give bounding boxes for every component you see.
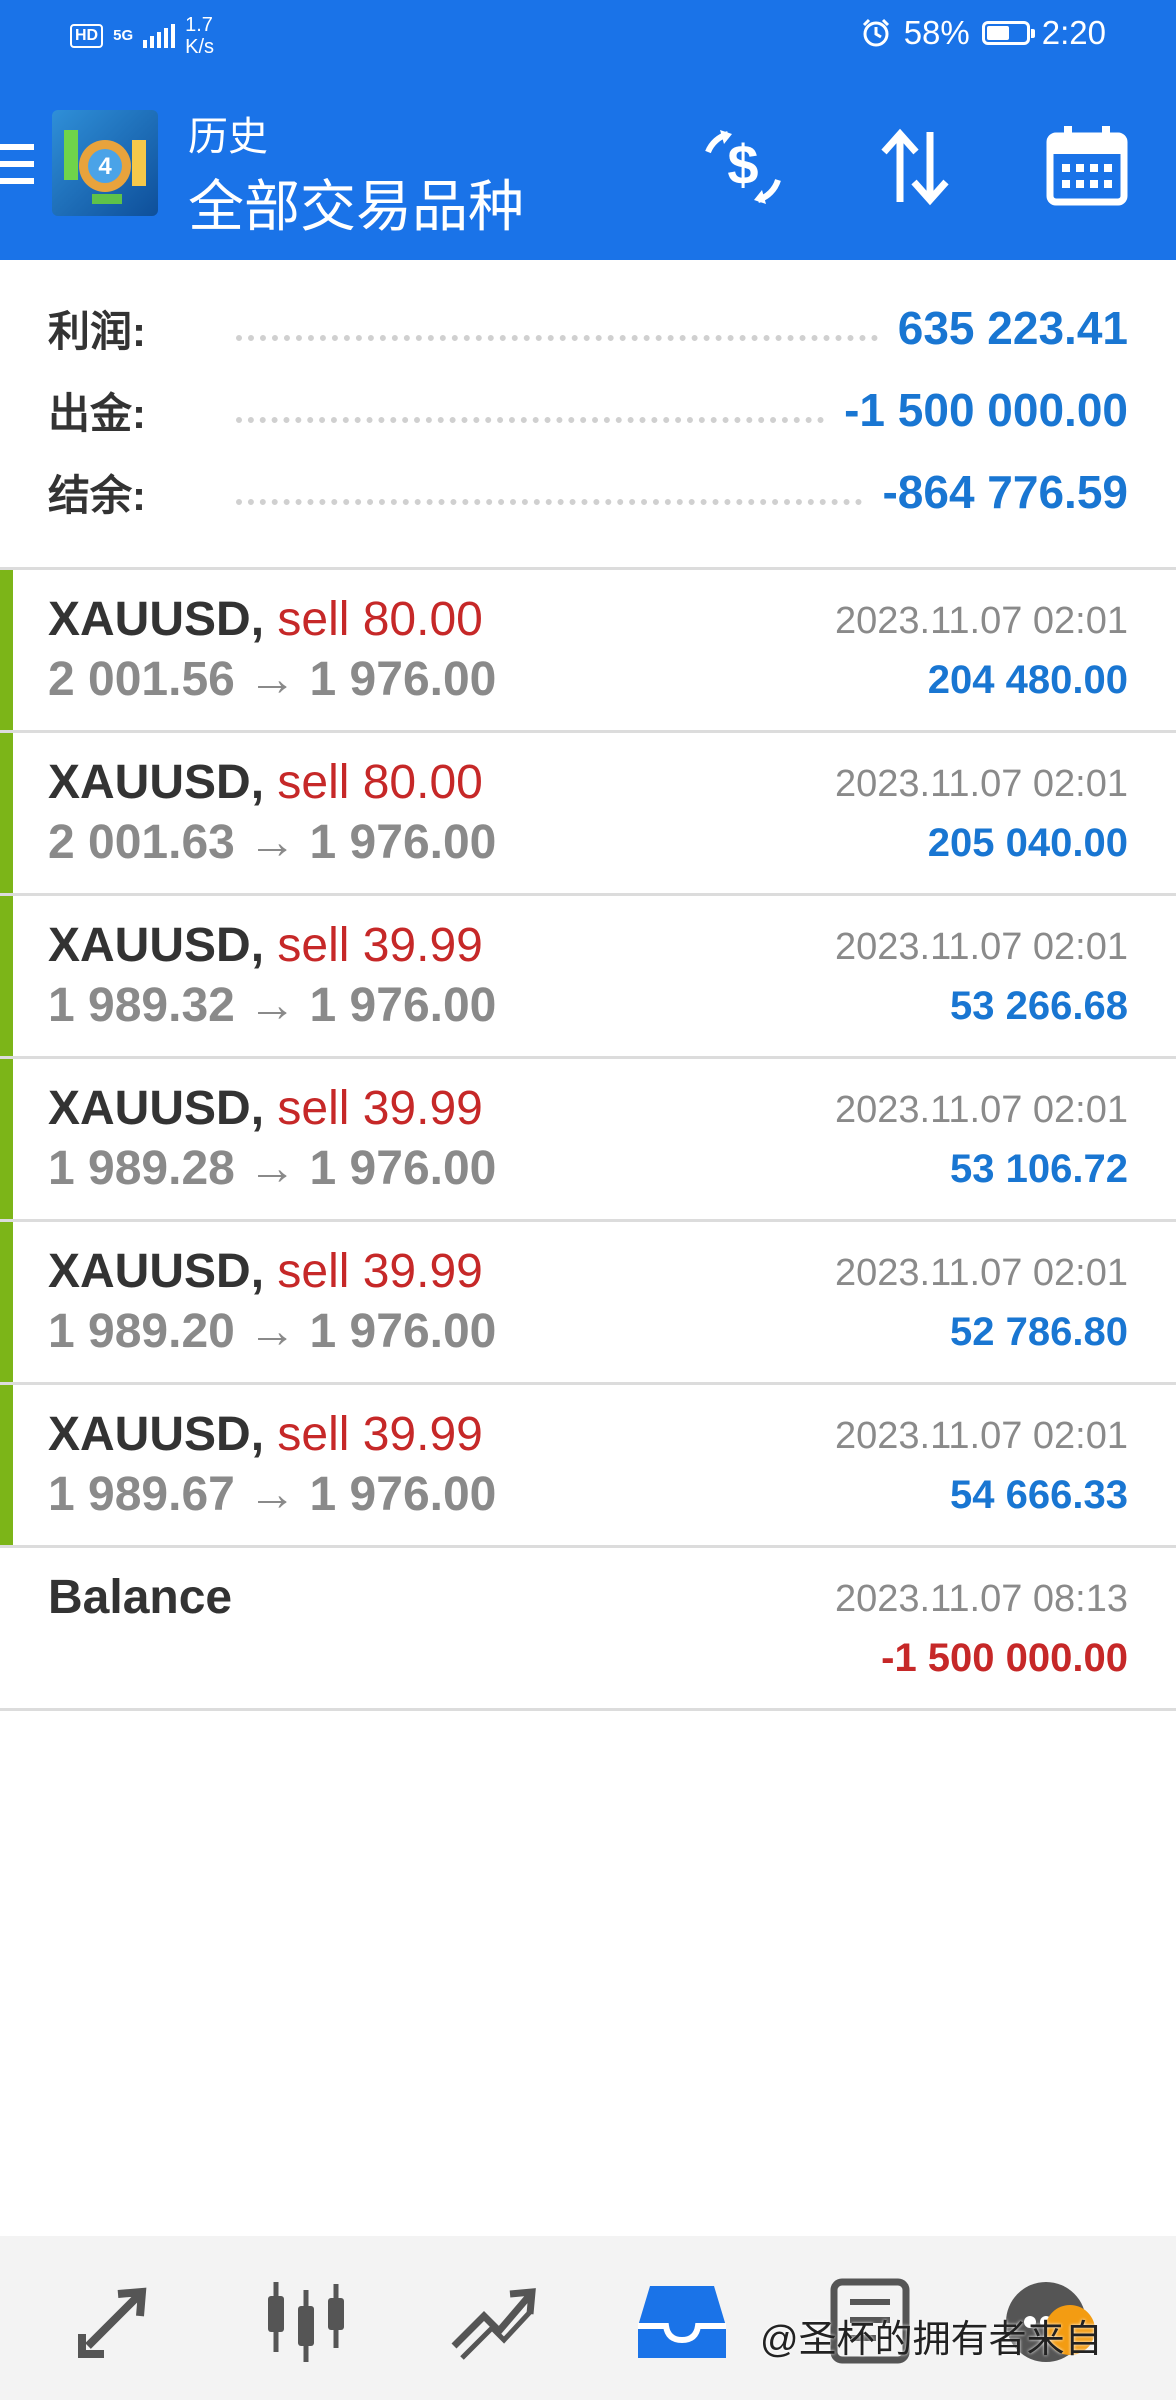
trade-side: sell 39.99 xyxy=(277,1082,483,1135)
history-icon[interactable] xyxy=(632,2276,732,2366)
trade-side-bar xyxy=(0,1059,13,1219)
trade-symbol: XAUUSD, xyxy=(48,1245,265,1298)
hd-badge: HD xyxy=(70,24,104,48)
trade-profit: 53 266.68 xyxy=(950,984,1128,1028)
sort-icon[interactable] xyxy=(870,122,960,212)
app-logo: 4 xyxy=(52,110,158,216)
trade-profit: 205 040.00 xyxy=(927,821,1128,865)
network-type: 5G xyxy=(113,27,134,44)
trade-symbol: XAUUSD, xyxy=(48,1408,265,1461)
balance-entry-label: Balance xyxy=(48,1571,233,1624)
trade-time: 2023.11.07 02:01 xyxy=(834,763,1128,805)
battery-percent: 58% xyxy=(903,14,970,51)
trade-side: sell 80.00 xyxy=(277,593,483,646)
summary-balance-row: 结余: -864 776.59 xyxy=(48,451,1128,533)
trade-prices: 1 989.67 → 1 976.00 xyxy=(48,1468,497,1521)
calendar-icon[interactable] xyxy=(1042,122,1132,212)
summary-panel: 利润: 635 223.41 出金: -1 500 000.00 结余: -86… xyxy=(0,265,1176,570)
trade-row[interactable]: XAUUSD, sell 80.00 2 001.56 → 1 976.00 2… xyxy=(0,570,1176,733)
trade-icon[interactable] xyxy=(444,2276,544,2366)
trade-symbol: XAUUSD, xyxy=(48,1082,265,1135)
trade-symbol: XAUUSD, xyxy=(48,593,265,646)
trade-time: 2023.11.07 02:01 xyxy=(834,600,1128,642)
trade-row[interactable]: XAUUSD, sell 39.99 1 989.67 → 1 976.00 2… xyxy=(0,1385,1176,1548)
leader-dots xyxy=(236,417,825,423)
trade-side-bar xyxy=(0,1222,13,1382)
trade-row[interactable]: XAUUSD, sell 39.99 1 989.28 → 1 976.00 2… xyxy=(0,1059,1176,1222)
svg-text:$: $ xyxy=(727,133,758,196)
page-title[interactable]: 全部交易品种 xyxy=(188,162,524,243)
balance-label: 结余: xyxy=(48,471,146,519)
trade-time: 2023.11.07 02:01 xyxy=(834,1089,1128,1131)
balance-value: -864 776.59 xyxy=(882,466,1128,518)
trade-prices: 1 989.28 → 1 976.00 xyxy=(48,1142,497,1195)
balance-row[interactable]: Balance 2023.11.07 08:13 -1 500 000.00 xyxy=(0,1548,1176,1711)
net-speed: 1.7 K/s xyxy=(185,14,214,58)
trade-profit: 52 786.80 xyxy=(950,1310,1128,1354)
profit-label: 利润: xyxy=(48,307,146,355)
trade-side-bar xyxy=(0,896,13,1056)
trade-prices: 2 001.56 → 1 976.00 xyxy=(48,653,497,706)
watermark-text: @圣杯的拥有者来自 xyxy=(760,2319,1103,2361)
svg-text:4: 4 xyxy=(98,153,112,180)
trade-time: 2023.11.07 02:01 xyxy=(834,926,1128,968)
trade-time: 2023.11.07 02:01 xyxy=(834,1415,1128,1457)
signal-icon xyxy=(143,24,176,48)
trade-row[interactable]: XAUUSD, sell 39.99 1 989.32 → 1 976.00 2… xyxy=(0,896,1176,1059)
battery-fill xyxy=(986,26,1009,40)
profit-value: 635 223.41 xyxy=(897,302,1128,354)
trade-time: 2023.11.07 02:01 xyxy=(834,1252,1128,1294)
net-speed-unit: K/s xyxy=(185,36,215,58)
trade-side-bar xyxy=(0,570,13,730)
summary-profit-row: 利润: 635 223.41 xyxy=(48,287,1128,369)
trade-side: sell 80.00 xyxy=(277,756,483,809)
trade-side: sell 39.99 xyxy=(277,1408,483,1461)
trade-prices: 1 989.20 → 1 976.00 xyxy=(48,1305,497,1358)
chart-candles-icon[interactable] xyxy=(256,2276,356,2366)
trade-side-bar xyxy=(0,733,13,893)
currency-exchange-icon[interactable]: $ xyxy=(698,122,788,212)
trade-symbol: XAUUSD, xyxy=(48,919,265,972)
withdraw-value: -1 500 000.00 xyxy=(844,384,1128,436)
battery-icon xyxy=(981,21,1035,45)
trade-profit: 204 480.00 xyxy=(927,658,1128,702)
status-right: 58% 2:20 xyxy=(860,14,1106,52)
trade-symbol: XAUUSD, xyxy=(48,756,265,809)
balance-entry-time: 2023.11.07 08:13 xyxy=(834,1578,1128,1620)
net-speed-value: 1.7 xyxy=(185,14,213,36)
quotes-icon[interactable] xyxy=(68,2276,168,2366)
app-bar: 4 历史 全部交易品种 $ xyxy=(0,72,1176,260)
trade-profit: 54 666.33 xyxy=(950,1473,1128,1517)
menu-icon[interactable] xyxy=(0,144,34,194)
trade-side: sell 39.99 xyxy=(277,1245,483,1298)
withdraw-label: 出金: xyxy=(48,389,146,437)
alarm-icon xyxy=(862,18,889,47)
page-title-small: 历史 xyxy=(188,115,268,159)
trade-profit: 53 106.72 xyxy=(950,1147,1128,1191)
trade-row[interactable]: XAUUSD, sell 80.00 2 001.63 → 1 976.00 2… xyxy=(0,733,1176,896)
leader-dots xyxy=(236,335,878,341)
status-bar: HD 5G 1.7 K/s 58% 2:20 xyxy=(0,0,1176,72)
trade-prices: 1 989.32 → 1 976.00 xyxy=(48,979,497,1032)
clock: 2:20 xyxy=(1041,14,1106,51)
status-left: HD 5G 1.7 K/s xyxy=(70,14,214,58)
summary-withdraw-row: 出金: -1 500 000.00 xyxy=(48,369,1128,451)
trade-side: sell 39.99 xyxy=(277,919,483,972)
trade-prices: 2 001.63 → 1 976.00 xyxy=(48,816,497,869)
leader-dots xyxy=(236,499,863,505)
trade-row[interactable]: XAUUSD, sell 39.99 1 989.20 → 1 976.00 2… xyxy=(0,1222,1176,1385)
balance-entry-amount: -1 500 000.00 xyxy=(881,1636,1128,1680)
trade-side-bar xyxy=(0,1385,13,1545)
